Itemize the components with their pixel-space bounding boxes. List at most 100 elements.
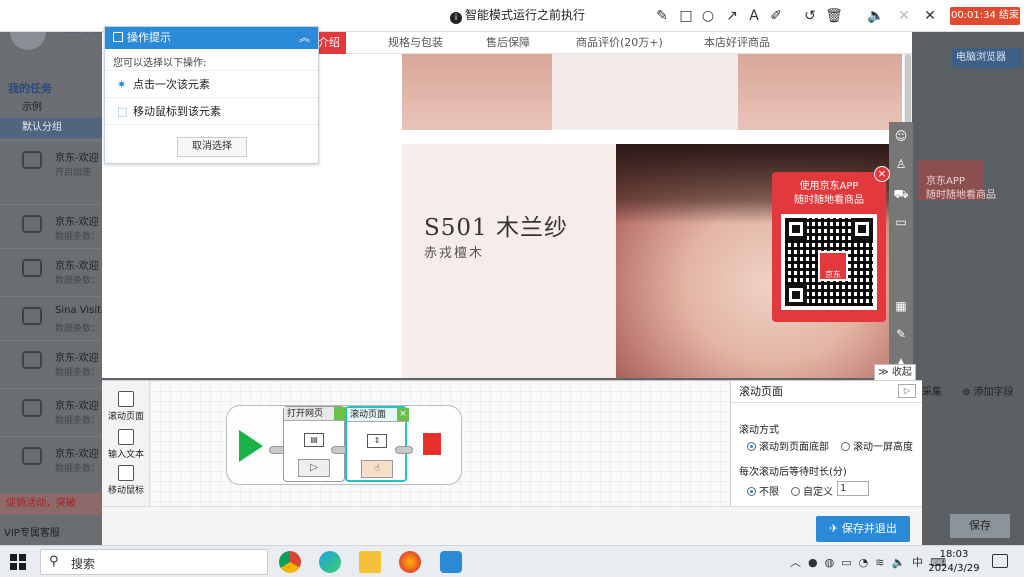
click-element-option[interactable]: ✷ 点击一次该元素 [105, 71, 318, 98]
collector-app-icon[interactable] [440, 551, 462, 573]
qq-icon[interactable]: ● [808, 556, 818, 569]
tab-spec[interactable]: 规格与包装 [388, 32, 443, 54]
radio-scroll-screen[interactable]: 滚动一屏高度 [841, 438, 913, 453]
add-field-link[interactable]: ⊕ 添加字段 [962, 383, 1014, 398]
task-item[interactable]: 京东-欢迎 数据条数： [0, 248, 102, 292]
run-step-button[interactable]: ▷ [298, 459, 330, 477]
chat-icon[interactable]: ☺ [893, 128, 909, 144]
tab-reviews[interactable]: 商品评价(20万+) [576, 32, 663, 54]
task-item[interactable]: 京东-欢迎 数据条数： [0, 436, 102, 480]
marker-icon[interactable]: ✐ [766, 6, 786, 26]
product-shade-subtitle: 赤戎檀木 [424, 246, 485, 261]
flow-toolbox: 滚动页面 输入文本 移动鼠标 [102, 381, 150, 506]
save-and-exit-button[interactable]: ✈ 保存并退出 [816, 516, 910, 542]
battery-icon[interactable]: ▭ [841, 556, 851, 569]
wechat-icon[interactable]: ◍ [825, 556, 835, 569]
flow-canvas[interactable]: 打开网页 ▤ ▷ 滚动页面 × ⇕ ☝ [150, 381, 730, 506]
circle-icon[interactable]: ○ [698, 6, 718, 26]
task-item[interactable]: 京东-欢迎 数据条数： [0, 204, 102, 248]
user-icon[interactable]: ♙ [893, 156, 909, 172]
pen-icon[interactable]: ✎ [652, 6, 672, 26]
input-icon [118, 429, 134, 445]
taskbar-search-input[interactable]: ⚲ 搜索 [40, 549, 268, 575]
collect-label[interactable]: 采集 [922, 383, 942, 398]
cart-icon[interactable]: ⛟ [893, 186, 909, 202]
radio-wait-unlimited[interactable]: 不限 [747, 483, 779, 498]
tray-chevron-icon[interactable]: ︿ [790, 556, 801, 569]
floating-side-bar: ☺ ♙ ⛟ ▭ ▦ ✎ ▲ [889, 122, 913, 378]
collapse-up-icon[interactable]: ︽ [299, 27, 310, 49]
promo-banner[interactable]: 促销活动，突破 [0, 493, 102, 515]
vip-support-link[interactable]: VIP专属客服 [4, 524, 60, 539]
tool-scroll-page[interactable]: 滚动页面 [104, 391, 148, 422]
edit-icon[interactable]: ✎ [893, 326, 909, 342]
robot-icon [22, 215, 42, 233]
radio-wait-custom[interactable]: 自定义 [791, 483, 833, 498]
windows-taskbar: ⚲ 搜索 ︿ ● ◍ ▭ ◔ ≋ 🔈 中 ⌨ 18:03 2024/3/29 [0, 545, 1024, 577]
custom-wait-input[interactable]: 1 [837, 481, 869, 496]
workflow-designer: 滚动页面 输入文本 移动鼠标 › 打开网页 ▤ ▷ 滚动页面× ⇕ ☝ 滚动页面… [102, 380, 922, 547]
file-explorer-icon[interactable] [359, 551, 381, 573]
radio-scroll-bottom[interactable]: 滚动到页面底部 [747, 438, 829, 453]
system-tray[interactable]: ︿ ● ◍ ▭ ◔ ≋ 🔈 中 ⌨ [790, 554, 946, 570]
media-icon[interactable]: ▭ [893, 214, 909, 230]
start-play-icon[interactable] [239, 430, 263, 462]
trash-icon[interactable]: 🗑 [824, 6, 844, 26]
volume-icon[interactable]: 🔈 [866, 6, 886, 26]
close-icon[interactable]: ✕ [920, 6, 940, 26]
ime-indicator[interactable]: 中 [912, 556, 923, 569]
tool-input-text[interactable]: 输入文本 [104, 429, 148, 460]
taskbar-clock[interactable]: 18:03 2024/3/29 [924, 548, 984, 576]
firefox-icon[interactable] [399, 551, 421, 573]
save-button-background[interactable]: 保存 [950, 514, 1010, 538]
flow-icon [22, 399, 42, 417]
run-icon[interactable]: ▷ [898, 384, 916, 398]
task-item[interactable]: 京东-欢迎 开启加速 [0, 140, 102, 184]
ad-line-1: 京东APP [926, 176, 965, 187]
tab-service[interactable]: 售后保障 [486, 32, 530, 54]
step-open-webpage[interactable]: 打开网页 ▤ ▷ [283, 406, 346, 482]
group-example[interactable]: 示例 [0, 98, 102, 118]
task-item[interactable]: 京东-欢迎 数据条数： [0, 340, 102, 384]
mic-off-icon[interactable]: ✕ [894, 6, 914, 26]
text-icon[interactable]: A [744, 6, 764, 26]
flow-icon [22, 447, 42, 465]
hover-element-option[interactable]: ⬚ 移动鼠标到该元素 [105, 98, 318, 125]
product-shade-title: S501 木兰纱 [424, 215, 568, 241]
run-step-button[interactable]: ☝ [361, 460, 393, 478]
speaker-icon[interactable]: 🔈 [891, 556, 905, 569]
windows-start-icon[interactable] [10, 554, 26, 570]
step-scroll-page[interactable]: 滚动页面 × ⇕ ☝ [345, 406, 409, 482]
arrow-icon[interactable]: ↗ [722, 6, 742, 26]
lips-photo [402, 54, 552, 130]
network-icon[interactable]: ◔ [859, 556, 869, 569]
popup-close-icon[interactable]: × [874, 166, 890, 182]
task-item[interactable]: 京东-欢迎 数据条数： [0, 388, 102, 432]
group-default[interactable]: 默认分组 [0, 118, 102, 138]
browser-mode-button[interactable]: 电脑浏览器 [952, 48, 1022, 68]
flow-icon [22, 351, 42, 369]
image-gap [402, 130, 902, 144]
product-image-top[interactable] [402, 54, 902, 130]
cancel-selection-button[interactable]: 取消选择 [177, 137, 247, 157]
step-close-icon[interactable]: × [397, 408, 409, 421]
tab-store-picks[interactable]: 本店好评商品 [704, 32, 770, 54]
popup-line-1: 使用京东APP [799, 181, 859, 192]
qr-finder [851, 218, 873, 240]
scroll-icon [118, 391, 134, 407]
qrcode-icon[interactable]: ▦ [893, 298, 909, 314]
webpage-icon: ▤ [304, 433, 324, 447]
rect-icon[interactable]: □ [676, 6, 696, 26]
jd-app-popup[interactable]: 使用京东APP 随时随地看商品 京东 [772, 172, 886, 322]
tool-move-mouse[interactable]: 移动鼠标 [104, 465, 148, 496]
edge-icon[interactable] [319, 551, 341, 573]
end-stop-icon[interactable] [423, 433, 441, 455]
flow-icon [22, 307, 42, 325]
task-item[interactable]: Sina Visito 数据条数： [0, 296, 107, 340]
popup-line-2: 随时随地看商品 [794, 195, 864, 206]
wifi-icon[interactable]: ≋ [875, 556, 884, 569]
notification-icon[interactable] [992, 554, 1008, 568]
chrome-icon[interactable] [279, 551, 301, 573]
record-timer-button[interactable]: 00:01:34 结束 [950, 7, 1020, 25]
undo-icon[interactable]: ↺ [800, 6, 820, 26]
